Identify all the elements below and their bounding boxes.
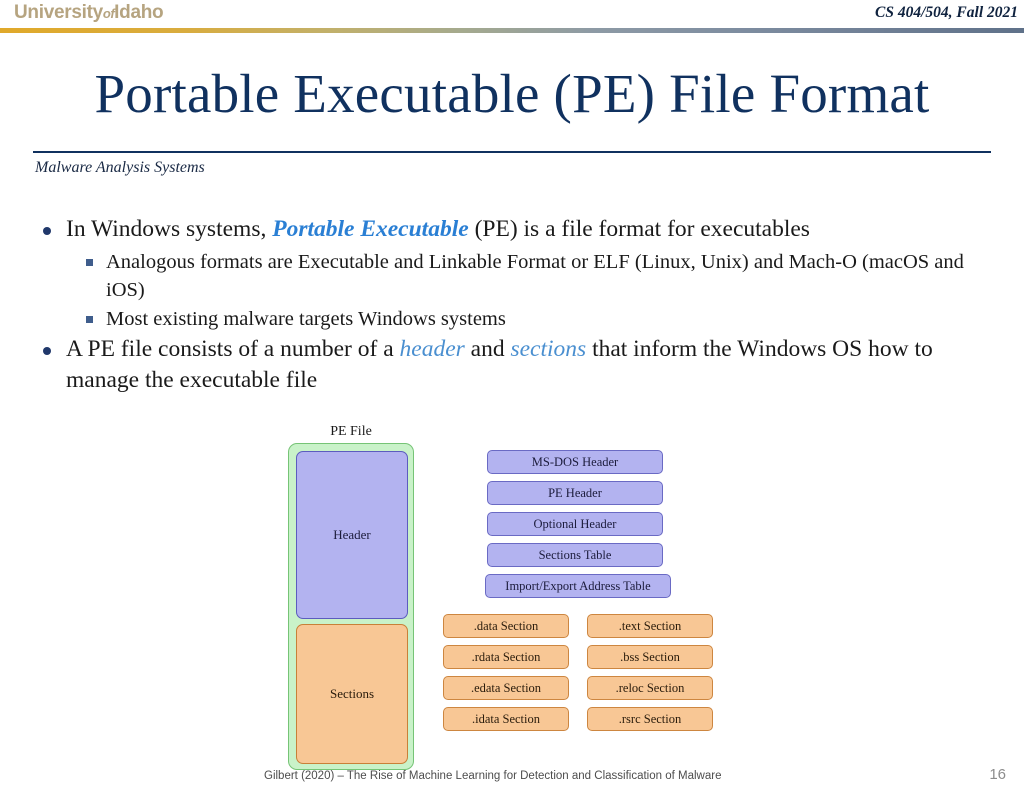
pe-sections-block: Sections: [296, 624, 408, 764]
section-component-item: .idata Section: [443, 707, 569, 731]
bullet-segment: (PE) is a file format for executables: [468, 216, 810, 242]
logo-text-idaho: Idaho: [114, 2, 164, 23]
bullet-segment-highlight: header: [399, 336, 465, 362]
bullet-segment: Analogous formats are Executable and Lin…: [106, 251, 964, 301]
bullet-item: A PE file consists of a number of a head…: [36, 334, 996, 396]
section-component-grid: .data Section .rdata Section .edata Sect…: [443, 614, 733, 731]
section-component-item: .rsrc Section: [587, 707, 713, 731]
slide-number: 16: [989, 766, 1006, 783]
slide-header: UniversityofIdaho CS 404/504, Fall 2021: [0, 0, 1024, 33]
bullet-segment: Most existing malware targets Windows sy…: [106, 308, 506, 330]
source-citation: Gilbert (2020) – The Rise of Machine Lea…: [264, 770, 722, 782]
pe-header-block: Header: [296, 451, 408, 619]
header-component-item: Import/Export Address Table: [485, 574, 671, 598]
header-gradient-rule: [0, 28, 1024, 33]
pe-file-container: Header Sections: [288, 443, 414, 770]
title-divider: [33, 151, 991, 153]
pe-file-diagram: PE File Header Sections MS-DOS Header PE…: [0, 424, 1024, 770]
bullet-segment: A PE file consists of a number of a: [66, 336, 400, 362]
bullet-item: Analogous formats are Executable and Lin…: [36, 248, 996, 304]
section-column-left: .data Section .rdata Section .edata Sect…: [443, 614, 569, 731]
bullet-item: In Windows systems, Portable Executable …: [36, 214, 996, 245]
section-component-item: .edata Section: [443, 676, 569, 700]
header-component-item: Sections Table: [487, 543, 663, 567]
slide-canvas: UniversityofIdaho CS 404/504, Fall 2021 …: [0, 0, 1024, 791]
section-component-item: .data Section: [443, 614, 569, 638]
header-component-item: Optional Header: [487, 512, 663, 536]
header-component-list: MS-DOS Header PE Header Optional Header …: [485, 450, 747, 605]
header-component-item: MS-DOS Header: [487, 450, 663, 474]
bullet-segment: In Windows systems,: [66, 216, 273, 242]
section-component-item: .reloc Section: [587, 676, 713, 700]
bullet-segment-highlight: Portable Executable: [272, 216, 469, 242]
bullet-segment-highlight: sections: [510, 336, 587, 362]
bullet-list: In Windows systems, Portable Executable …: [36, 214, 996, 399]
pe-file-label: PE File: [330, 424, 372, 439]
logo-text-university: University: [14, 2, 103, 23]
page-subtitle: Malware Analysis Systems: [35, 159, 205, 176]
logo-text-of: of: [102, 6, 115, 21]
bullet-segment: and: [464, 336, 511, 362]
university-logo: UniversityofIdaho: [14, 2, 164, 24]
course-label: CS 404/504, Fall 2021: [875, 4, 1018, 21]
section-component-item: .bss Section: [587, 645, 713, 669]
section-component-item: .rdata Section: [443, 645, 569, 669]
page-title: Portable Executable (PE) File Format: [94, 63, 930, 124]
header-component-item: PE Header: [487, 481, 663, 505]
bullet-item: Most existing malware targets Windows sy…: [36, 305, 996, 333]
section-column-right: .text Section .bss Section .reloc Sectio…: [587, 614, 713, 731]
section-component-item: .text Section: [587, 614, 713, 638]
